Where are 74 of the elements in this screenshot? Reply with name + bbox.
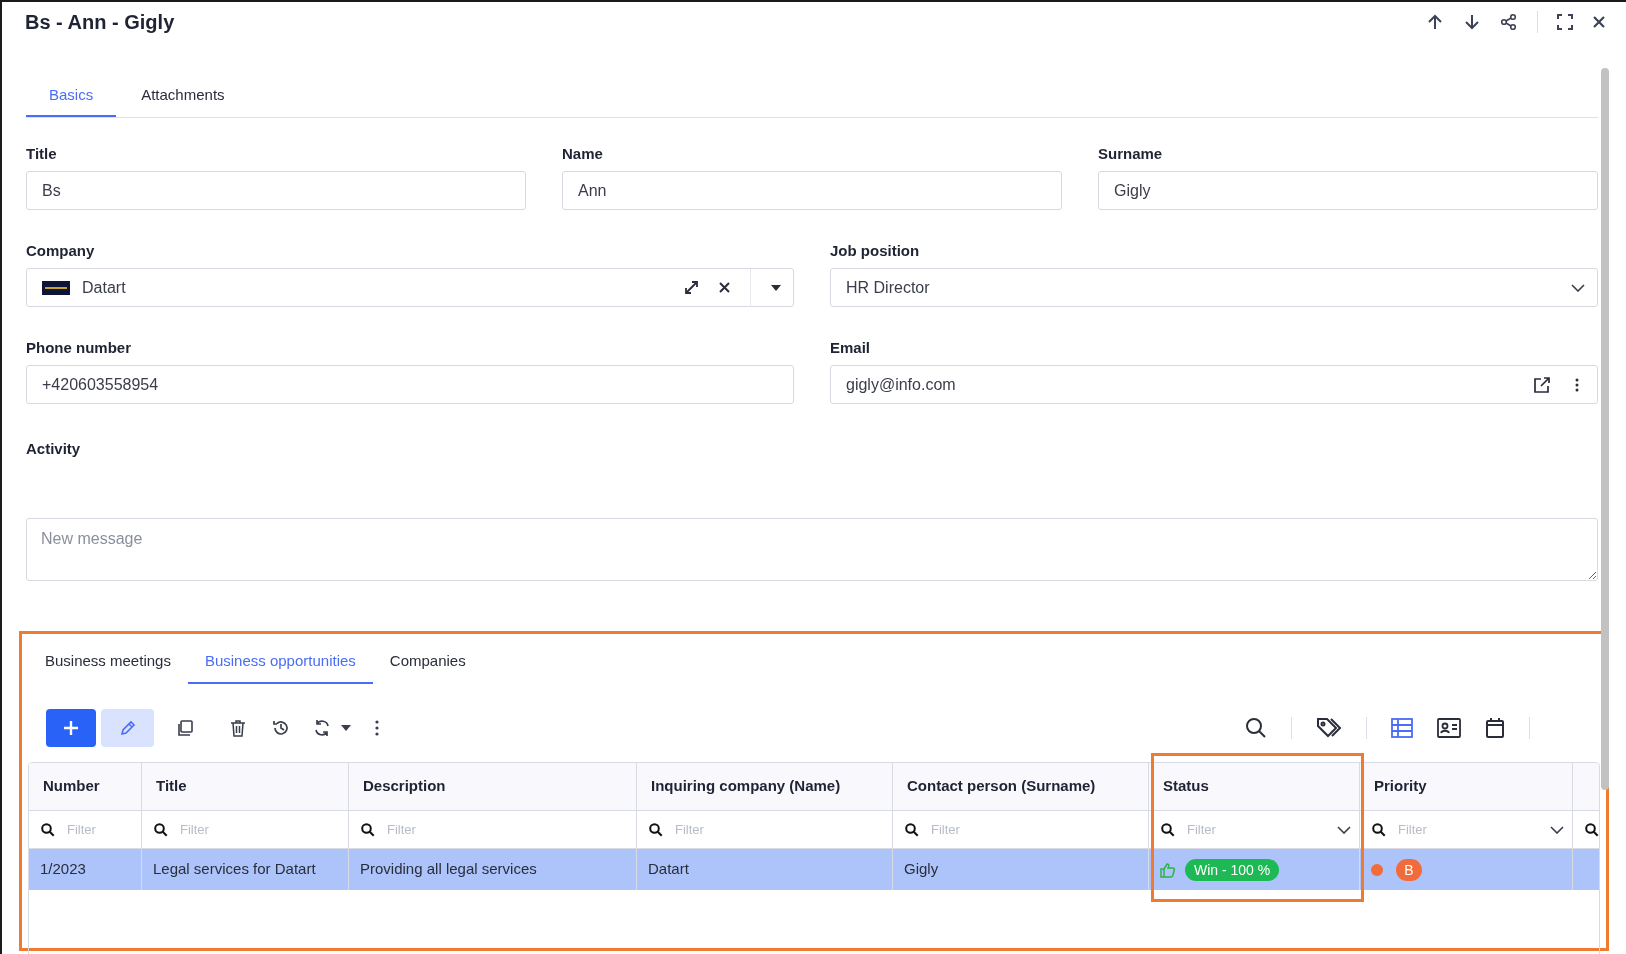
column-header: Title bbox=[156, 776, 187, 797]
column-header: Number bbox=[43, 776, 100, 797]
column-header: Contact person (Surname) bbox=[907, 776, 1096, 797]
more-icon[interactable] bbox=[1575, 377, 1579, 392]
status-badge: Win - 100 % bbox=[1185, 858, 1280, 881]
calendar-icon[interactable] bbox=[1485, 717, 1505, 739]
table-cell-text: Legal services for Datart bbox=[153, 859, 316, 880]
caret-icon[interactable] bbox=[771, 284, 781, 291]
search-icon bbox=[1372, 822, 1386, 837]
window-title: Bs - Ann - Gigly bbox=[25, 10, 175, 35]
select-field[interactable]: HR Director bbox=[830, 268, 1598, 307]
more-icon[interactable] bbox=[375, 720, 379, 736]
tags-icon[interactable] bbox=[1316, 717, 1342, 739]
chevron-down-icon[interactable] bbox=[1571, 283, 1585, 292]
field-label: Email bbox=[830, 339, 872, 357]
search-icon bbox=[1161, 822, 1175, 837]
refresh-icon[interactable] bbox=[313, 719, 331, 737]
field-label: Activity bbox=[26, 439, 82, 459]
column-header: Inquiring company (Name) bbox=[651, 776, 841, 797]
contact-card-icon[interactable] bbox=[1437, 718, 1461, 738]
message-field[interactable]: New message bbox=[26, 517, 1598, 581]
clear-icon[interactable] bbox=[719, 282, 730, 293]
history-icon[interactable] bbox=[272, 719, 290, 737]
trash-icon[interactable] bbox=[230, 719, 246, 737]
copy-icon[interactable] bbox=[176, 719, 194, 737]
priority-badge: B bbox=[1396, 858, 1422, 881]
add-button[interactable] bbox=[46, 709, 96, 747]
table-cell-text: Datart bbox=[648, 859, 689, 880]
caret-icon[interactable] bbox=[341, 725, 351, 731]
search-icon bbox=[361, 822, 375, 837]
field-label: Surname bbox=[1098, 145, 1164, 163]
input-field[interactable]: gigly@info.com bbox=[830, 365, 1598, 404]
column-header: Description bbox=[363, 776, 446, 797]
table-cell-text: 1/2023 bbox=[40, 859, 86, 880]
close-icon[interactable] bbox=[1592, 15, 1606, 29]
search-icon[interactable] bbox=[1245, 717, 1267, 739]
pencil-icon bbox=[118, 719, 137, 737]
input-field[interactable]: Ann bbox=[562, 171, 1062, 210]
tab[interactable]: Companies bbox=[372, 640, 483, 684]
tab[interactable]: Business opportunities bbox=[187, 640, 373, 684]
field-label: Title bbox=[26, 145, 58, 163]
field-label: Name bbox=[562, 145, 604, 163]
search-icon bbox=[41, 822, 55, 837]
fullscreen-icon[interactable] bbox=[1557, 14, 1573, 30]
expand-icon[interactable] bbox=[684, 280, 699, 295]
company-field[interactable]: Datart bbox=[26, 268, 794, 307]
column-header: Priority bbox=[1374, 776, 1427, 797]
chevron-down-icon[interactable] bbox=[1337, 825, 1351, 834]
tab[interactable]: Attachments bbox=[116, 76, 250, 117]
arrow-up-icon[interactable] bbox=[1426, 13, 1444, 31]
table-cell-text: Gigly bbox=[904, 859, 939, 880]
plus-icon bbox=[63, 720, 79, 736]
table-cell-text: Providing all legal services bbox=[360, 859, 537, 880]
tab[interactable]: Business meetings bbox=[28, 640, 188, 684]
input-field[interactable]: Gigly bbox=[1098, 171, 1598, 210]
table-view-icon[interactable] bbox=[1391, 718, 1413, 738]
input-field[interactable]: Bs bbox=[26, 171, 526, 210]
chevron-down-icon[interactable] bbox=[1550, 825, 1564, 834]
field-label: Job position bbox=[830, 242, 921, 260]
tab[interactable]: Basics bbox=[26, 76, 117, 117]
field-label: Company bbox=[26, 242, 96, 260]
company-logo-icon bbox=[42, 280, 70, 295]
input-field[interactable]: +420603558954 bbox=[26, 365, 794, 404]
table-row[interactable]: 1/2023 Legal services for Datart Providing all legal services Datart Gigly Win - 100 % B bbox=[29, 849, 1599, 890]
search-icon bbox=[154, 822, 168, 837]
column-header: Status bbox=[1163, 776, 1209, 797]
arrow-down-icon[interactable] bbox=[1463, 13, 1481, 31]
external-link-icon[interactable] bbox=[1533, 375, 1551, 394]
field-label: Phone number bbox=[26, 339, 132, 357]
share-icon[interactable] bbox=[1500, 13, 1518, 31]
thumbs-up-icon bbox=[1160, 861, 1176, 878]
search-icon bbox=[1585, 822, 1599, 837]
search-icon bbox=[905, 822, 919, 837]
search-icon bbox=[649, 822, 663, 837]
